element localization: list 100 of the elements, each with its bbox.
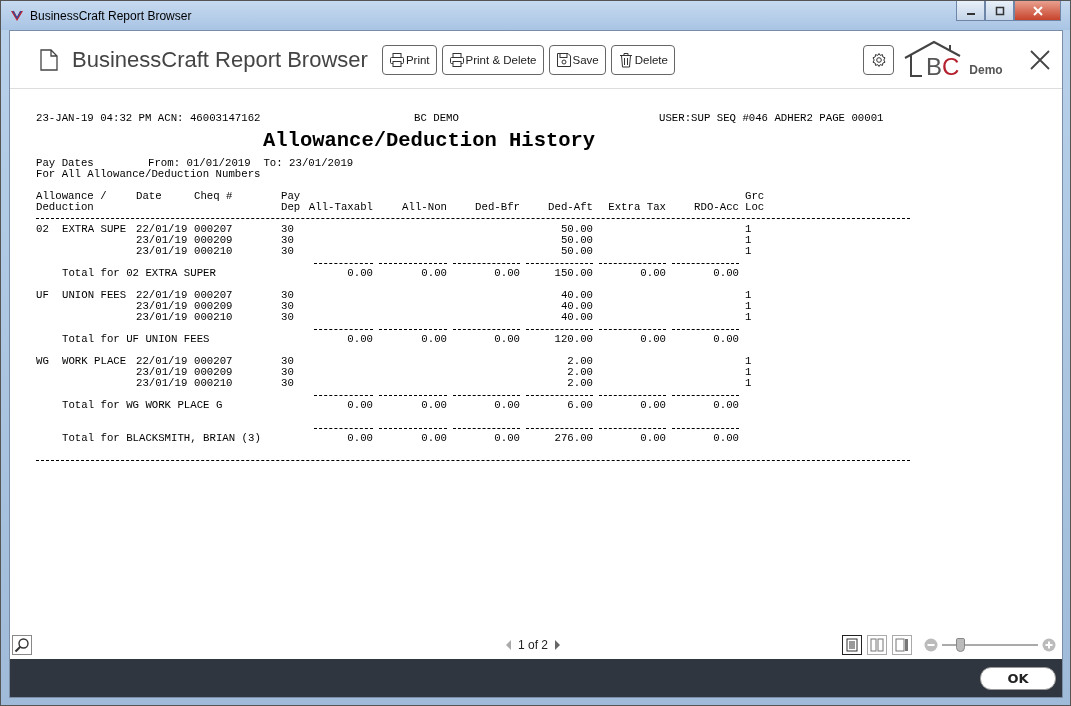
table-cell-text: 0.00 [420, 433, 447, 444]
table-cell-text: 1 [744, 367, 753, 378]
table-cell-text: 50.00 [559, 224, 593, 235]
table-cell-text: 50.00 [559, 235, 593, 246]
table-cell-text: 1 [744, 356, 753, 367]
column-header: Allowance / [36, 191, 108, 202]
table-cell-text: 000210 [194, 312, 234, 323]
table-cell-text: 1 [744, 246, 753, 257]
total-label: Total for UF UNION FEES [62, 334, 211, 345]
total-label: Total for 02 EXTRA SUPER [62, 268, 217, 279]
settings-button[interactable] [863, 44, 894, 75]
table-cell-text: 23/01/19 [136, 312, 189, 323]
table-cell-text: 1 [744, 235, 753, 246]
trash-icon [617, 51, 634, 68]
close-button[interactable] [1014, 1, 1061, 21]
table-cell-text: UF [36, 290, 50, 301]
table-cell-text: 120.00 [553, 334, 593, 345]
logo-wordmark: BC [926, 53, 960, 80]
table-cell-text: 000209 [194, 235, 234, 246]
column-header: Date [136, 191, 163, 202]
table-cell-text: 30 [281, 235, 295, 246]
table-cell-text: 40.00 [559, 290, 593, 301]
printer-icon [448, 51, 465, 68]
table-cell-text: 0.00 [639, 334, 666, 345]
table-cell-text: 40.00 [559, 312, 593, 323]
column-header: Pay [281, 191, 302, 202]
toolbar-button[interactable]: Save [548, 44, 606, 75]
table-cell-text: 0.00 [712, 433, 739, 444]
table-cell-text: 0.00 [346, 400, 373, 411]
column-header: Ded-Bfr [474, 202, 520, 213]
toolbar-button[interactable]: Print & Delete [441, 44, 544, 75]
table-cell-text: 6.00 [566, 400, 593, 411]
app-title: BusinessCraft Report Browser [72, 46, 368, 73]
table-cell-text: 23/01/19 [136, 367, 189, 378]
table-cell-text: 40.00 [559, 301, 593, 312]
table-cell-text: 22/01/19 [136, 224, 189, 235]
table-cell-text: 1 [744, 290, 753, 301]
minimize-icon [966, 12, 975, 15]
table-cell-text: 0.00 [493, 334, 520, 345]
table-cell-text: 1 [744, 224, 753, 235]
table-cell-text: 000209 [194, 367, 234, 378]
table-cell-text: 000207 [194, 290, 234, 301]
table-cell-text: 23/01/19 [136, 246, 189, 257]
table-cell-text: 0.00 [420, 268, 447, 279]
table-cell-text: 30 [281, 224, 295, 235]
table-cell-text: 0.00 [346, 334, 373, 345]
table-cell-text: 30 [281, 246, 295, 257]
table-cell-text: 23/01/19 [136, 235, 189, 246]
column-header: Deduction [36, 202, 95, 213]
next-page-icon[interactable] [554, 639, 562, 651]
table-cell-text: 000210 [194, 246, 234, 257]
minimize-button[interactable] [956, 1, 985, 21]
table-cell-text: 0.00 [712, 334, 739, 345]
close-icon [1032, 5, 1043, 16]
table-cell-text: 30 [281, 367, 295, 378]
search-button[interactable] [12, 635, 32, 655]
column-header: Grc [744, 191, 766, 202]
app-logo-icon [10, 8, 24, 23]
table-cell-text: 2.00 [566, 367, 593, 378]
report-page-info: USER:SUP SEQ #046 ADHER2 PAGE 00001 [659, 113, 885, 124]
table-cell-text: 50.00 [559, 246, 593, 257]
report-company: BC DEMO [414, 113, 460, 124]
pay-dates-label: Pay Dates [36, 158, 95, 169]
column-header: Loc [744, 202, 766, 213]
toolbar-button[interactable]: Print [381, 44, 437, 75]
table-cell-text: 000210 [194, 378, 234, 389]
total-label: Total for BLACKSMITH, BRIAN (3) [62, 433, 262, 444]
table-cell-text: 30 [281, 290, 295, 301]
table-cell-text: 22/01/19 [136, 290, 189, 301]
table-cell-text: UNION FEES [62, 290, 128, 301]
close-icon[interactable] [1030, 49, 1050, 70]
table-cell-text: 0.00 [712, 400, 739, 411]
house-outline-icon [904, 39, 962, 78]
table-cell-text: 0.00 [493, 400, 520, 411]
table-cell-text: 000209 [194, 301, 234, 312]
window-title: BusinessCraft Report Browser [30, 8, 192, 23]
column-header: Dep [281, 202, 302, 213]
column-header: All-Non [401, 202, 447, 213]
logo-caption: Demo [969, 62, 1003, 77]
column-header: Cheq # [194, 191, 234, 202]
table-cell-text: 30 [281, 301, 295, 312]
table-cell-text: 0.00 [346, 433, 373, 444]
table-cell-text: 000207 [194, 224, 234, 235]
maximize-button[interactable] [985, 1, 1014, 21]
table-cell-text: 276.00 [553, 433, 593, 444]
table-cell-text: 30 [281, 356, 295, 367]
table-cell-text: WG [36, 356, 50, 367]
document-icon [40, 48, 58, 71]
column-header: All-Taxabl [308, 202, 373, 213]
table-cell-text: 30 [281, 378, 295, 389]
toolbar-button[interactable]: Delete [610, 44, 675, 75]
page-indicator: 1 of 2 [518, 638, 549, 652]
column-header: Ded-Aft [547, 202, 593, 213]
table-cell-text: 23/01/19 [136, 378, 189, 389]
table-cell-text: 0.00 [346, 268, 373, 279]
maximize-icon [994, 5, 1005, 16]
report-scope: For All Allowance/Deduction Numbers [36, 168, 261, 180]
view-mode-button[interactable] [842, 635, 862, 655]
ok-button[interactable]: OK [980, 666, 1056, 690]
total-label: Total for WG WORK PLACE G [62, 400, 224, 411]
